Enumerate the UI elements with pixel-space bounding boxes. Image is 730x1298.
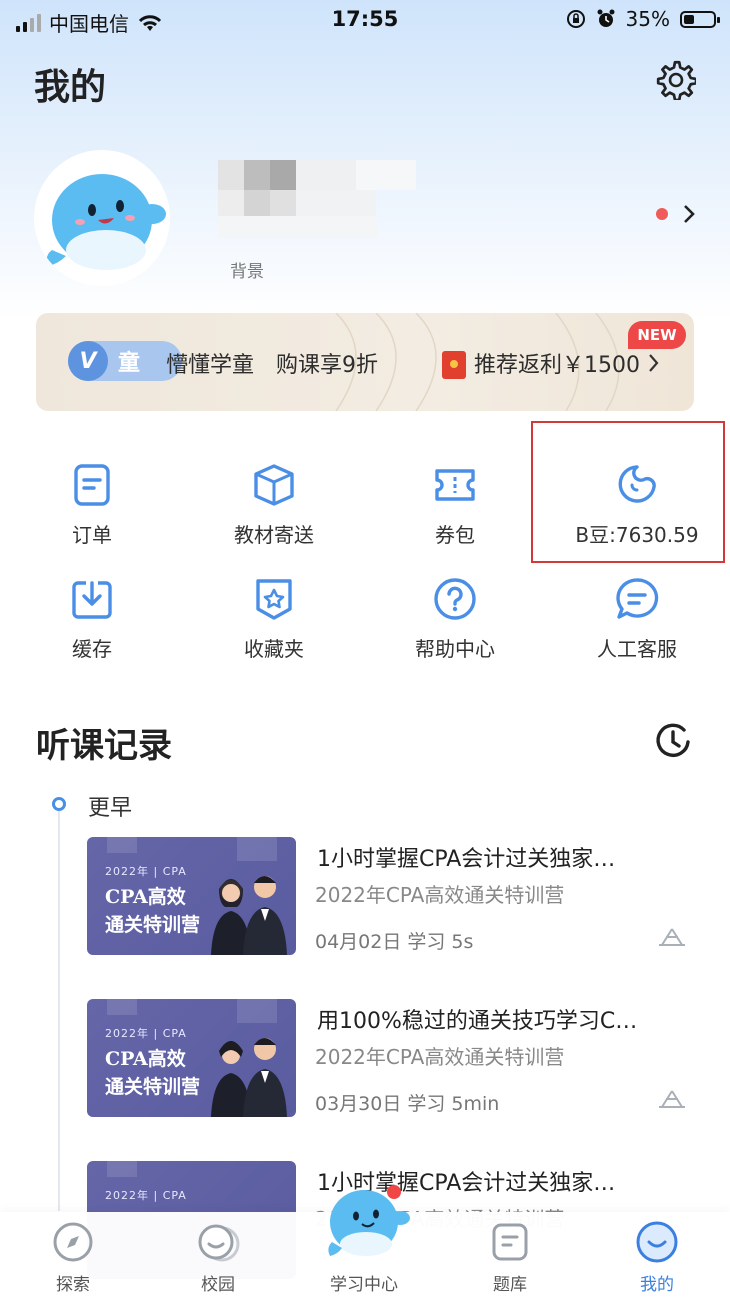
order-icon xyxy=(74,464,110,506)
rotation-lock-icon xyxy=(566,10,585,28)
course-title: 1小时掌握CPA会计过关独家… xyxy=(317,847,616,872)
grid-item-help-center[interactable]: 帮助中心 xyxy=(365,577,545,662)
thumbnail-year: 2022年 | CPA xyxy=(105,1189,187,1202)
star-icon xyxy=(256,579,292,620)
thumbnail-year: 2022年 | CPA xyxy=(105,1027,187,1040)
banner-offer: 购课享9折 xyxy=(276,353,378,378)
instructors-image xyxy=(211,1038,287,1117)
box-icon xyxy=(254,464,294,506)
tab-campus[interactable]: 校园 xyxy=(158,1212,278,1295)
grid-label: 教材寄送 xyxy=(234,523,314,547)
new-badge: NEW xyxy=(628,321,686,349)
tab-explore[interactable]: 探索 xyxy=(13,1212,133,1295)
course-thumbnail: 2022年 | CPA CPA高效通关特训营 xyxy=(87,837,296,955)
grid-label: 人工客服 xyxy=(597,637,677,661)
vip-badge-text: 童 xyxy=(118,351,141,376)
vip-badge: V 童 xyxy=(68,341,182,381)
pin-icon[interactable] xyxy=(657,925,687,949)
red-envelope-icon xyxy=(442,351,466,379)
chevron-right-icon xyxy=(649,354,659,372)
grid-label: 券包 xyxy=(435,523,475,547)
banner-brand: 懵懂学童 xyxy=(166,353,255,378)
timeline-dot xyxy=(52,797,66,811)
grid-item-favorites[interactable]: 收藏夹 xyxy=(184,577,364,662)
history-clock-icon[interactable] xyxy=(654,722,692,760)
pin-icon[interactable] xyxy=(657,1087,687,1111)
battery-icon xyxy=(680,10,720,28)
course-item[interactable]: 2022年 | CPA CPA高效 通关特训营 用100%稳过的通关技巧学习C… … xyxy=(87,999,697,1117)
campus-icon xyxy=(198,1224,240,1262)
profile-name-blurred[interactable] xyxy=(218,160,418,240)
download-icon xyxy=(72,581,112,619)
grid-item-cache[interactable]: 缓存 xyxy=(2,577,182,662)
compass-icon xyxy=(53,1222,93,1262)
course-title: 用100%稳过的通关技巧学习C… xyxy=(317,1009,638,1034)
tab-profile[interactable]: 我的 xyxy=(597,1212,717,1295)
mascot-icon[interactable] xyxy=(322,1178,412,1266)
grid-label: 帮助中心 xyxy=(415,637,495,661)
vip-banner[interactable]: V 童 懵懂学童 购课享9折 推荐返利￥1500 NEW xyxy=(36,313,694,411)
settings-gear-icon[interactable] xyxy=(656,60,696,100)
mascot-avatar-icon xyxy=(34,150,170,286)
profile-detail-link[interactable] xyxy=(656,203,696,225)
profile-face-icon xyxy=(636,1221,678,1263)
course-subtitle: 2022年CPA高效通关特训营 xyxy=(315,1045,565,1069)
v-logo-icon: V xyxy=(68,341,108,381)
battery-percent: 35% xyxy=(625,7,670,31)
background-label: 背景 xyxy=(230,262,264,282)
question-bank-icon xyxy=(492,1223,528,1261)
status-right: 35% xyxy=(566,7,720,31)
section-title-history: 听课记录 xyxy=(36,726,172,766)
thumbnail-title-line: CPA高效 xyxy=(105,886,186,908)
tab-question-bank[interactable]: 题库 xyxy=(450,1212,570,1295)
chat-icon xyxy=(616,578,659,619)
grid-label: 缓存 xyxy=(72,637,112,661)
tab-label: 校园 xyxy=(201,1275,235,1295)
tab-label: 探索 xyxy=(56,1275,90,1295)
grid-item-coupons[interactable]: 券包 xyxy=(365,463,545,548)
tab-label: 我的 xyxy=(640,1275,674,1295)
course-meta: 03月30日 学习 5min xyxy=(315,1093,500,1115)
alarm-icon xyxy=(597,9,615,27)
referral-link[interactable]: 推荐返利￥1500 xyxy=(474,347,660,379)
course-thumbnail: 2022年 | CPA CPA高效通关特训营 xyxy=(87,999,296,1117)
thumbnail-title: CPA高效通关特训营 xyxy=(105,1045,200,1101)
thumbnail-title-line: 通关特训营 xyxy=(105,1076,201,1098)
thumbnail-year: 2022年 | CPA xyxy=(105,865,187,878)
grid-label: 订单 xyxy=(72,523,112,547)
thumbnail-title-line: CPA高效 xyxy=(105,1048,186,1070)
thumbnail-title: CPA高效通关特训营 xyxy=(105,883,200,939)
coupon-icon xyxy=(435,469,475,501)
tab-label: 题库 xyxy=(493,1275,527,1295)
grid-item-customer-service[interactable]: 人工客服 xyxy=(547,577,727,662)
referral-text: 推荐返利￥1500 xyxy=(474,353,640,378)
avatar[interactable] xyxy=(34,150,170,286)
chevron-right-icon xyxy=(684,205,695,223)
timeline-line xyxy=(58,811,60,1211)
tab-label: 学习中心 xyxy=(330,1275,398,1295)
grid-item-order[interactable]: 订单 xyxy=(2,463,182,548)
course-subtitle: 2022年CPA高效通关特训营 xyxy=(315,883,565,907)
highlight-box xyxy=(531,421,725,563)
grid-item-textbook-delivery[interactable]: 教材寄送 xyxy=(184,463,364,548)
notification-dot xyxy=(656,208,668,220)
page-title: 我的 xyxy=(34,67,107,108)
help-icon xyxy=(434,578,476,620)
grid-label: 收藏夹 xyxy=(244,637,304,661)
status-bar: 中国电信 17:55 35% xyxy=(0,0,730,40)
timeline-group-label: 更早 xyxy=(88,796,133,821)
instructors-image xyxy=(211,876,287,955)
thumbnail-title-line: 通关特训营 xyxy=(105,914,201,936)
course-meta: 04月02日 学习 5s xyxy=(315,931,474,953)
course-item[interactable]: 2022年 | CPA CPA高效通关特训营 1小时掌握CPA会计过关独家… 2… xyxy=(87,837,697,955)
